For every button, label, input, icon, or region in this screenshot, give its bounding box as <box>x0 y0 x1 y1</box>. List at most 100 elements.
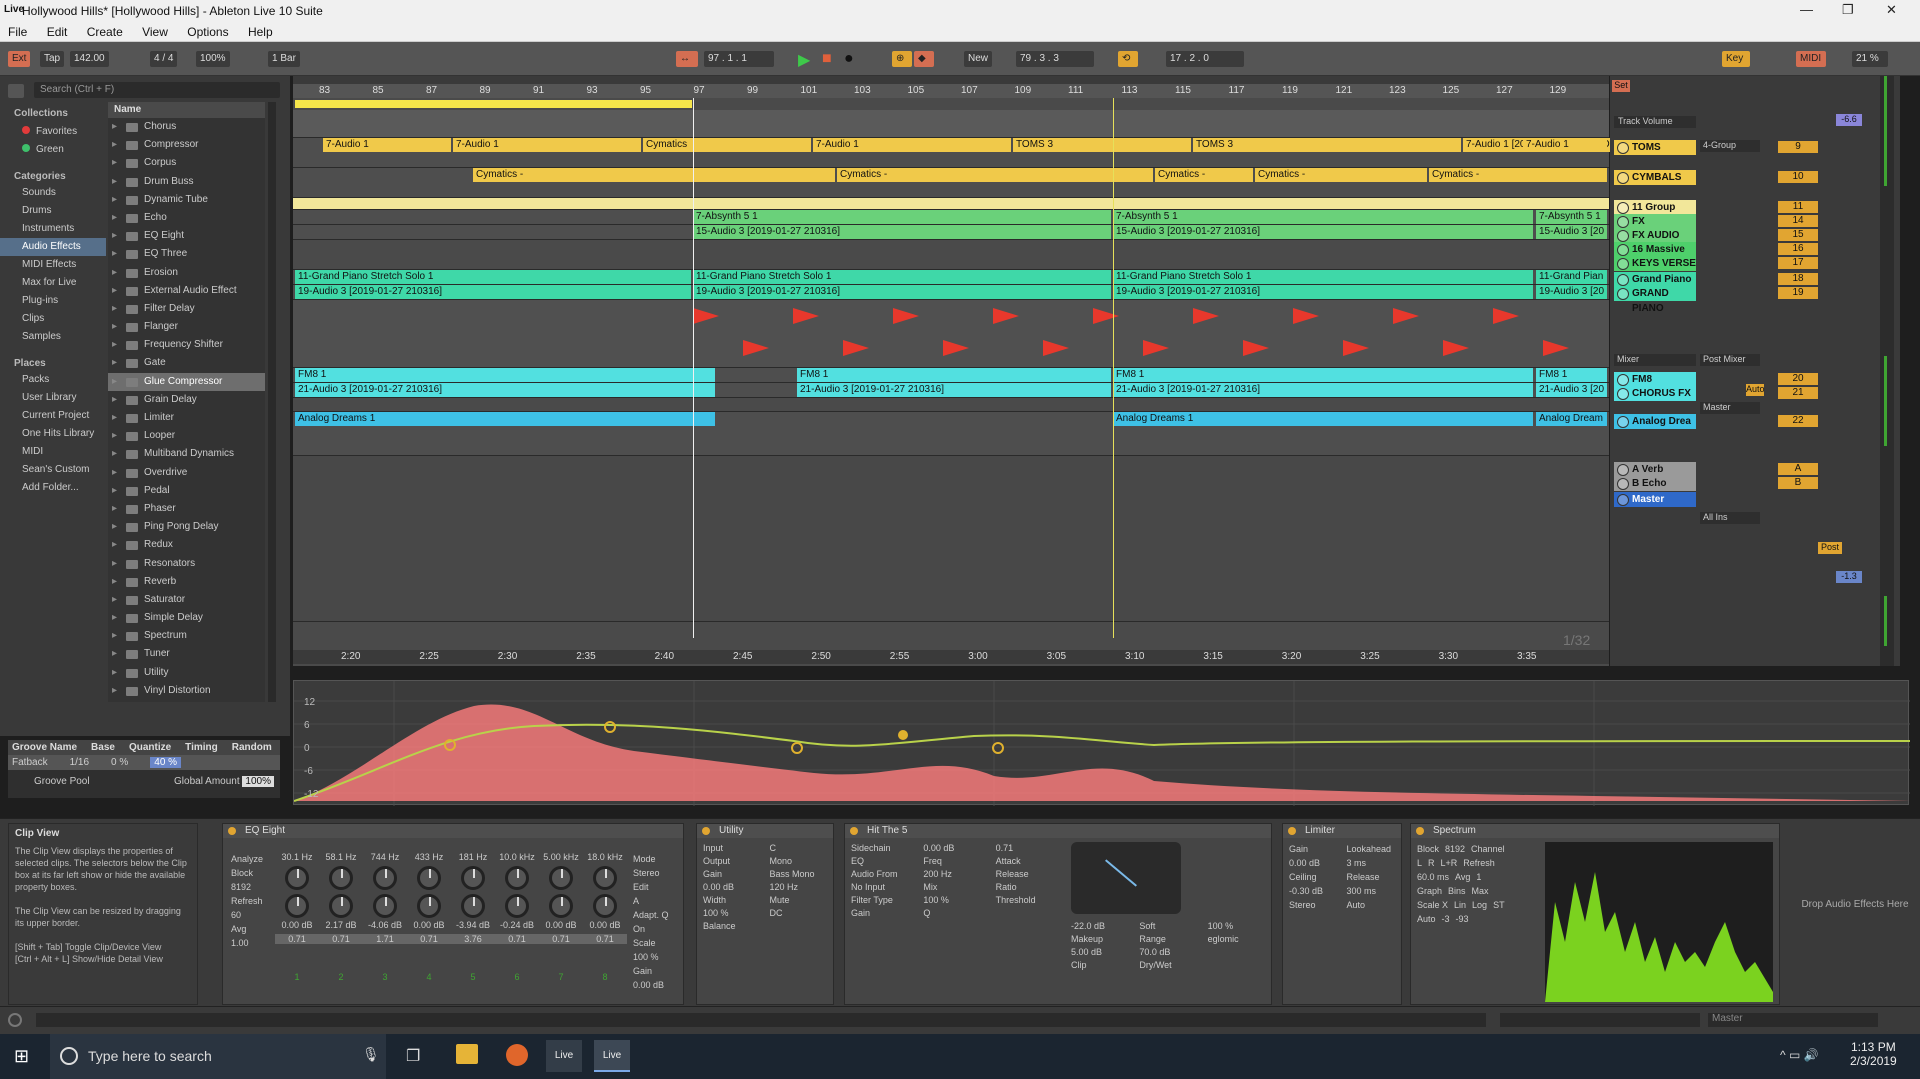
arrangement-clip[interactable]: 11-Grand Pian <box>1536 270 1607 284</box>
spectrum-title[interactable]: Spectrum <box>1411 824 1779 838</box>
maximize-icon[interactable]: ❐ <box>1842 2 1854 18</box>
browser-item[interactable]: Filter Delay <box>108 300 265 318</box>
loop-length-field[interactable]: 17 . 2 . 0 <box>1166 51 1244 67</box>
eq-q-value[interactable]: 1.71 <box>363 934 407 944</box>
hit-label[interactable]: Gain <box>851 907 914 920</box>
arrangement-clip[interactable]: FM8 1 <box>295 368 715 382</box>
name-column-header[interactable]: Name <box>108 102 265 118</box>
firefox-icon[interactable] <box>506 1044 528 1066</box>
limiter-label[interactable]: 3 ms <box>1347 856 1396 870</box>
eq-freq-value[interactable]: 18.0 kHz <box>583 852 627 862</box>
menu-edit[interactable]: Edit <box>39 22 76 39</box>
browser-item[interactable]: Utility <box>108 664 265 682</box>
master-volume-field[interactable]: -1.3 <box>1836 571 1862 583</box>
browser-item[interactable]: Vinyl Distortion <box>108 682 265 700</box>
track-number[interactable]: A <box>1778 463 1818 475</box>
task-view-icon[interactable]: ❐ <box>406 1046 420 1066</box>
category-item[interactable]: Plug-ins <box>0 292 106 310</box>
close-icon[interactable]: ✕ <box>1886 2 1897 18</box>
ext-sync-button[interactable]: Ext <box>8 51 31 67</box>
arrangement-clip[interactable]: 19-Audio 3 [2019-01-27 210316] <box>295 285 691 299</box>
limiter-label[interactable]: -0.30 dB <box>1289 884 1338 898</box>
eq-side-label[interactable]: 1.00 <box>231 936 271 950</box>
eq-freq-knob[interactable] <box>285 866 309 890</box>
routing-group[interactable]: 4-Group <box>1700 140 1760 152</box>
track-header[interactable]: CYMBALS <box>1614 170 1696 185</box>
browser-item[interactable]: Glue Compressor <box>108 372 265 391</box>
track-header[interactable]: 11 Group <box>1614 200 1696 215</box>
track-lane[interactable] <box>293 110 1609 138</box>
browser-item[interactable]: Pedal <box>108 482 265 500</box>
menu-create[interactable]: Create <box>79 22 131 39</box>
loop-start-field[interactable]: 79 . 3 . 3 <box>1016 51 1094 67</box>
utility-label[interactable]: Input <box>703 842 761 855</box>
hit-label[interactable]: Sidechain <box>851 842 914 855</box>
utility-label[interactable]: DC <box>770 907 828 920</box>
eq-gain-value[interactable]: -0.24 dB <box>495 920 539 930</box>
hit-label[interactable]: 100 % <box>1208 920 1267 933</box>
track-number[interactable]: 22 <box>1778 415 1818 427</box>
arrangement-position-icon[interactable]: ↔ <box>676 51 698 67</box>
eq-band-toggle[interactable]: 3 <box>363 972 407 982</box>
browser-toggle-icon[interactable] <box>8 84 24 98</box>
place-item[interactable]: One Hits Library <box>0 425 106 443</box>
browser-item[interactable]: Grain Delay <box>108 391 265 409</box>
browser-search-input[interactable]: Search (Ctrl + F) <box>34 82 280 98</box>
category-item[interactable]: Sounds <box>0 184 106 202</box>
arrangement-clip[interactable]: 19-Audio 3 [2019-01-27 210316] <box>1113 285 1533 299</box>
hit-label[interactable]: 5.00 dB <box>1071 946 1130 959</box>
place-item[interactable]: Current Project <box>0 407 106 425</box>
tray-icons[interactable]: ^ ▭ 🔊 <box>1780 1048 1819 1062</box>
loop-switch-icon[interactable]: ⟲ <box>1118 51 1138 67</box>
taskbar-search-input[interactable]: Type here to search <box>88 1048 212 1064</box>
track-lane[interactable]: 7-Audio 1 7-Audio 1 Cymatics 7-Audio 1 TOMS … <box>293 138 1623 168</box>
set-button[interactable]: Set <box>1612 80 1630 92</box>
taskbar-search[interactable]: Type here to search 🎙 <box>50 1034 386 1079</box>
taskbar-live-app[interactable]: Live <box>546 1040 582 1072</box>
utility-label[interactable]: 100 % <box>703 907 761 920</box>
arrangement-clip[interactable]: Cymatics - <box>1155 168 1253 182</box>
place-item[interactable]: Add Folder... <box>0 479 106 497</box>
taskbar-live-app-active[interactable]: Live <box>594 1040 630 1072</box>
hit-label[interactable]: Attack <box>996 855 1059 868</box>
spectrum-label[interactable]: Bins <box>1448 884 1466 898</box>
track-lane[interactable] <box>293 398 1609 412</box>
browser-item[interactable]: Looper <box>108 427 265 445</box>
eq-gain-value[interactable]: 0.00 dB <box>275 920 319 930</box>
track-header[interactable]: GRAND PIANO <box>1614 286 1696 314</box>
track-number[interactable]: 10 <box>1778 171 1818 183</box>
eq-mode-label[interactable]: Scale <box>633 936 677 950</box>
eq-side-label[interactable]: Analyze <box>231 852 271 866</box>
arrangement-clip[interactable]: 7-Audio 1 <box>453 138 641 152</box>
track-number[interactable]: 15 <box>1778 229 1818 241</box>
eq-band-toggle[interactable]: 8 <box>583 972 627 982</box>
browser-item[interactable]: Redux <box>108 536 265 554</box>
arrangement-clip[interactable]: 19-Audio 3 [2019-01-27 210316] <box>693 285 1111 299</box>
track-number[interactable]: 21 <box>1778 387 1818 399</box>
eq-mode-label[interactable]: 100 % <box>633 950 677 964</box>
hit-label[interactable]: Freq <box>923 855 986 868</box>
track-lane[interactable]: 21-Audio 3 [2019-01-27 210316] 21-Audio 3… <box>293 383 1609 398</box>
hit-label[interactable]: Release <box>996 868 1059 881</box>
eq-gain-knob[interactable] <box>461 894 485 918</box>
browser-item[interactable]: Multiband Dynamics <box>108 445 265 463</box>
hit-label[interactable]: 0.00 dB <box>923 842 986 855</box>
track-number[interactable]: 18 <box>1778 273 1818 285</box>
browser-item[interactable]: Simple Delay <box>108 609 265 627</box>
spectrum-label[interactable]: -93 <box>1456 912 1469 926</box>
browser-item[interactable]: Spectrum <box>108 627 265 645</box>
place-item[interactable]: MIDI <box>0 443 106 461</box>
utility-label[interactable]: Balance <box>703 920 761 933</box>
track-header[interactable]: FM8 <box>1614 372 1696 387</box>
eq-freq-value[interactable]: 744 Hz <box>363 852 407 862</box>
hit-label[interactable]: Filter Type <box>851 894 914 907</box>
eq-freq-value[interactable]: 433 Hz <box>407 852 451 862</box>
eq-freq-knob[interactable] <box>593 866 617 890</box>
track-lane[interactable]: 7-Absynth 5 1 7-Absynth 5 1 7-Absynth 5 1 <box>293 210 1609 225</box>
arrangement-clip[interactable]: Analog Dreams 1 <box>1113 412 1533 426</box>
utility-label[interactable]: Mono <box>770 855 828 868</box>
stop-icon[interactable]: ■ <box>818 48 836 67</box>
eq-freq-value[interactable]: 5.00 kHz <box>539 852 583 862</box>
routing-all-ins[interactable]: All Ins <box>1700 512 1760 524</box>
eq-mode-label[interactable]: Edit <box>633 880 677 894</box>
